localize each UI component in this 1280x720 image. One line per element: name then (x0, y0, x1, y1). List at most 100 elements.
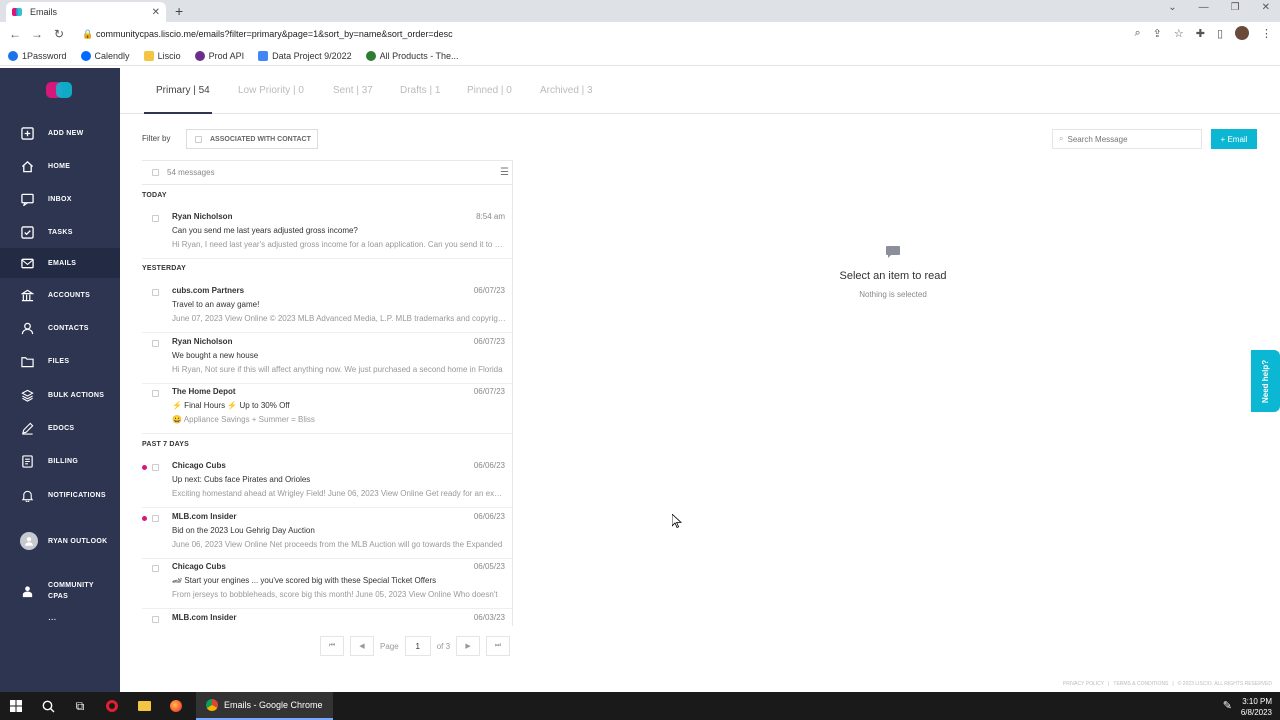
bookmark-liscio[interactable]: Liscio (143, 50, 181, 61)
reload-icon[interactable]: ↻ (48, 27, 70, 41)
file-explorer-icon[interactable] (128, 692, 160, 720)
close-window-icon[interactable]: ✕ (1262, 2, 1270, 13)
first-page-button[interactable]: ⏮ (320, 636, 344, 656)
search-box[interactable]: ⌕ (1052, 129, 1202, 149)
share-icon[interactable]: ⇪ (1153, 27, 1162, 40)
email-row[interactable]: cubs.com Partners 06/07/23 Travel to an … (142, 283, 512, 333)
minimize-icon[interactable]: — (1199, 2, 1209, 13)
associated-with-contact-filter[interactable]: ASSOCIATED WITH CONTACT (186, 129, 318, 149)
pen-tray-icon[interactable]: ✎ (1223, 699, 1232, 712)
new-tab-icon[interactable]: + (175, 3, 183, 19)
zoom-icon[interactable]: ⌕ (1134, 27, 1140, 40)
task-view-icon[interactable]: ⧉ (64, 692, 96, 720)
sidebar-more-icon[interactable]: ... (48, 612, 56, 623)
system-clock[interactable]: 3:10 PM 6/8/2023 (1241, 696, 1272, 718)
terms-link[interactable]: TERMS & CONDITIONS (1113, 681, 1168, 687)
bookmark-star-icon[interactable]: ☆ (1174, 27, 1184, 40)
active-tab-indicator (144, 112, 212, 114)
tab-pinned[interactable]: Pinned | 0 (467, 85, 512, 96)
taskbar-chrome-app[interactable]: Emails - Google Chrome (196, 692, 333, 720)
profile-avatar[interactable] (1235, 26, 1249, 40)
tab-low-priority[interactable]: Low Priority | 0 (238, 85, 304, 96)
browser-tab[interactable]: Emails ✕ (6, 2, 166, 22)
row-checkbox[interactable] (152, 215, 159, 222)
row-checkbox[interactable] (152, 616, 159, 623)
email-list: 54 messages ☰ TODAY Ryan Nicholson 8:54 … (142, 160, 513, 626)
pen-icon (20, 421, 34, 435)
bookmark-1password[interactable]: 1Password (8, 50, 67, 61)
mouse-cursor-icon (671, 513, 683, 529)
last-page-button[interactable]: ⏭ (486, 636, 511, 656)
email-row[interactable]: Ryan Nicholson 06/07/23 We bought a new … (142, 334, 512, 384)
forward-icon[interactable]: → (26, 27, 48, 41)
back-icon[interactable]: ← (4, 27, 26, 41)
main-content: Primary | 54 Low Priority | 0 Sent | 37 … (120, 68, 1280, 692)
sidebar-item-billing[interactable]: BILLING (0, 446, 120, 476)
unread-dot (142, 465, 147, 470)
sidebar: ADD NEW HOME INBOX TASKS EMAILS ACCOUNTS… (0, 68, 120, 692)
firm-users-icon (20, 584, 34, 598)
list-menu-icon[interactable]: ☰ (500, 167, 509, 178)
search-icon[interactable] (32, 692, 64, 720)
row-checkbox[interactable] (152, 464, 159, 471)
row-checkbox[interactable] (152, 340, 159, 347)
new-email-button[interactable]: + Email (1211, 129, 1257, 149)
search-input[interactable] (1067, 134, 1188, 144)
sidebar-item-tasks[interactable]: TASKS (0, 217, 120, 247)
email-row[interactable]: Chicago Cubs 06/06/23 Up next: Cubs face… (142, 458, 512, 508)
toolbar-actions: ⌕ ⇪ ☆ ✚ ▯ ⋮ (1134, 26, 1272, 40)
select-all-checkbox[interactable] (152, 169, 159, 176)
sidebar-item-accounts[interactable]: ACCOUNTS (0, 280, 120, 310)
sidebar-item-edocs[interactable]: EDOCS (0, 413, 120, 443)
extensions-icon[interactable]: ✚ (1196, 27, 1205, 40)
page-number-input[interactable] (404, 636, 431, 656)
email-row[interactable]: The Home Depot 06/07/23 ⚡ Final Hours ⚡ … (142, 384, 512, 434)
email-row[interactable]: MLB.com Insider 06/03/23 (142, 610, 512, 626)
bookmark-data-project[interactable]: Data Project 9/2022 (258, 50, 352, 61)
footer: PRIVACY POLICY | TERMS & CONDITIONS | © … (1062, 681, 1272, 687)
email-row[interactable]: Ryan Nicholson 8:54 am Can you send me l… (142, 209, 512, 259)
opera-icon[interactable] (96, 692, 128, 720)
sidebar-item-files[interactable]: FILES (0, 346, 120, 376)
tab-sent[interactable]: Sent | 37 (333, 85, 373, 96)
bookmark-prod-api[interactable]: Prod API (194, 50, 244, 61)
need-help-button[interactable]: Need help? (1251, 350, 1280, 412)
privacy-policy-link[interactable]: PRIVACY POLICY (1063, 681, 1104, 687)
prev-page-button[interactable]: ◀ (350, 636, 374, 656)
sidebar-firm[interactable]: COMMUNITY CPAS (0, 576, 120, 606)
bookmark-calendly[interactable]: Calendly (80, 50, 130, 61)
sidebar-item-emails[interactable]: EMAILS (0, 248, 120, 278)
next-page-button[interactable]: ▶ (456, 636, 481, 656)
tab-primary[interactable]: Primary | 54 (156, 85, 210, 96)
plus-square-icon (20, 126, 34, 140)
sidebar-item-bulk-actions[interactable]: BULK ACTIONS (0, 380, 120, 410)
side-panel-icon[interactable]: ▯ (1217, 27, 1223, 40)
tab-archived[interactable]: Archived | 3 (540, 85, 593, 96)
sidebar-item-inbox[interactable]: INBOX (0, 184, 120, 214)
close-tab-icon[interactable]: ✕ (152, 7, 160, 18)
row-checkbox[interactable] (152, 515, 159, 522)
sidebar-user[interactable]: RYAN OUTLOOK (0, 526, 120, 556)
tab-drafts[interactable]: Drafts | 1 (400, 85, 440, 96)
restore-icon[interactable]: ❐ (1231, 2, 1240, 13)
address-bar[interactable]: communitycpas.liscio.me/emails?filter=pr… (96, 29, 453, 39)
1password-icon (8, 50, 18, 61)
browser-menu-icon[interactable]: ⋮ (1261, 27, 1272, 40)
windows-start-icon[interactable] (0, 692, 32, 720)
accounts-icon (20, 288, 34, 302)
sidebar-item-home[interactable]: HOME (0, 151, 120, 181)
email-row[interactable]: Chicago Cubs 06/05/23 🏎 Start your engin… (142, 559, 512, 609)
row-checkbox[interactable] (152, 565, 159, 572)
sidebar-item-notifications[interactable]: NOTIFICATIONS (0, 480, 120, 510)
firefox-icon[interactable] (160, 692, 192, 720)
bookmark-all-products[interactable]: All Products - The... (365, 50, 459, 61)
filter-checkbox[interactable] (195, 135, 202, 143)
lock-icon[interactable]: 🔒 (82, 29, 93, 40)
liscio-logo[interactable] (46, 82, 74, 98)
email-row[interactable]: MLB.com Insider 06/06/23 Bid on the 2023… (142, 509, 512, 559)
tab-search-icon[interactable]: ⌄ (1168, 2, 1176, 13)
sidebar-item-contacts[interactable]: CONTACTS (0, 313, 120, 343)
row-checkbox[interactable] (152, 390, 159, 397)
row-checkbox[interactable] (152, 289, 159, 296)
sidebar-item-add-new[interactable]: ADD NEW (0, 118, 120, 148)
